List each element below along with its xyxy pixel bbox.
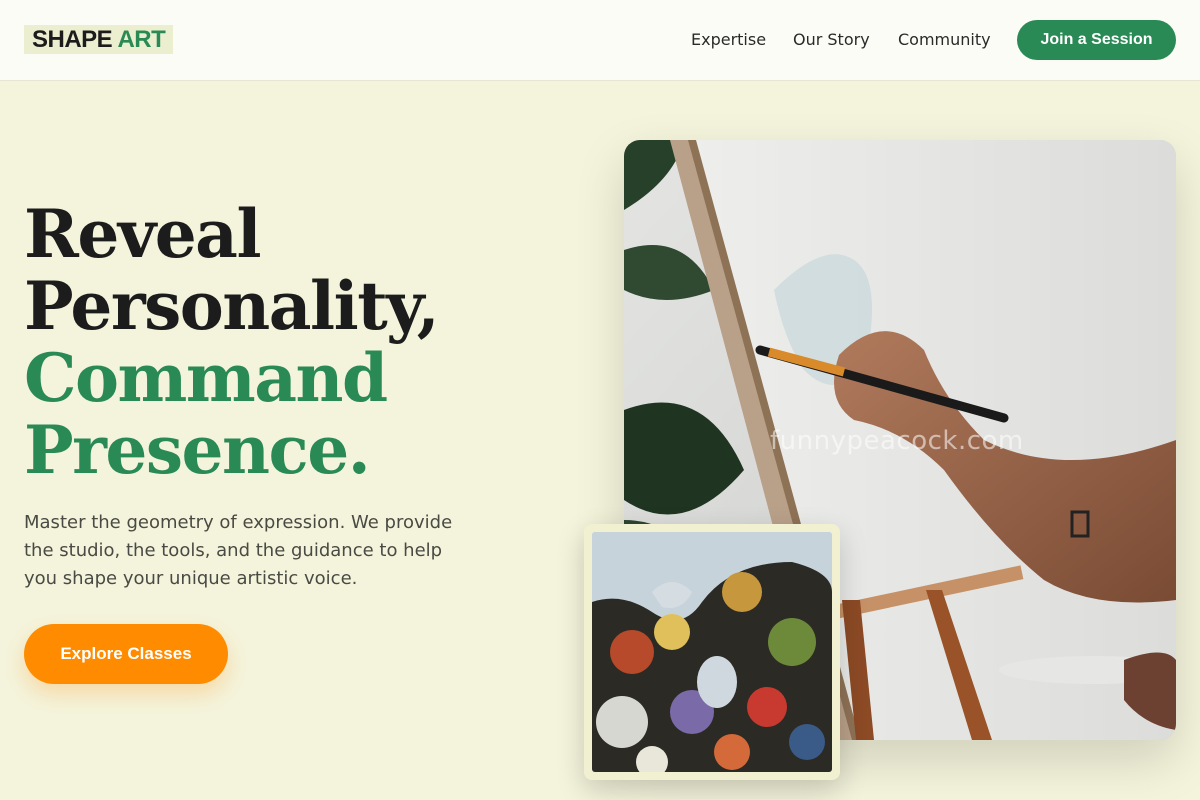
nav-link-community[interactable]: Community	[898, 30, 991, 50]
paint-palette-photo-icon	[592, 532, 832, 772]
palette-image-card	[584, 524, 840, 780]
headline-line-1: Reveal	[24, 195, 262, 273]
nav-link-our-story[interactable]: Our Story	[793, 30, 870, 50]
headline-line-3: Command	[24, 339, 388, 417]
headline-line-2: Personality,	[24, 267, 440, 345]
explore-classes-button[interactable]: Explore Classes	[24, 624, 228, 684]
hero-subtitle: Master the geometry of expression. We pr…	[24, 512, 453, 589]
logo[interactable]: SHAPE ART	[24, 25, 174, 54]
image-watermark: funnypeacock.com	[770, 426, 1024, 456]
nav-link-expertise[interactable]: Expertise	[691, 30, 766, 50]
logo-text-primary: SHAPE	[32, 26, 113, 53]
site-header: SHAPE ART Expertise Our Story Community …	[0, 0, 1200, 81]
logo-text-accent: ART	[117, 26, 166, 53]
headline-line-4: Presence.	[24, 411, 371, 489]
hero-headline: Reveal Personality, Command Presence.	[24, 198, 564, 486]
join-session-button[interactable]: Join a Session	[1017, 20, 1176, 60]
